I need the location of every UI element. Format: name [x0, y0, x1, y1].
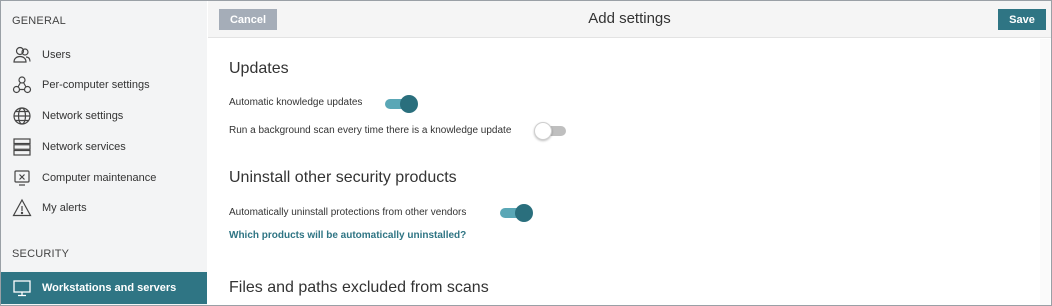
- sidebar-heading-general: GENERAL: [12, 15, 66, 27]
- uninstalled-products-link[interactable]: Which products will be automatically uni…: [229, 230, 466, 241]
- sidebar-item-my-alerts[interactable]: My alerts: [1, 193, 207, 223]
- header-bar: Cancel Add settings Save: [208, 1, 1051, 38]
- sidebar-item-label: Computer maintenance: [42, 172, 157, 184]
- background-scan-toggle[interactable]: [534, 122, 568, 140]
- settings-content: Updates Automatic knowledge updates Run …: [218, 39, 1040, 305]
- auto-knowledge-updates-label: Automatic knowledge updates: [229, 97, 363, 108]
- sidebar-item-label: Workstations and servers: [42, 282, 177, 294]
- page-title: Add settings: [588, 10, 671, 27]
- sidebar-item-label: Network settings: [42, 110, 124, 122]
- auto-uninstall-toggle[interactable]: [498, 204, 533, 222]
- sidebar-item-label: Network services: [42, 141, 126, 153]
- vertical-scrollbar[interactable]: [1040, 39, 1050, 305]
- sidebar: GENERAL Users Per-computer settings Netw…: [1, 1, 207, 305]
- sidebar-item-label: Per-computer settings: [42, 79, 150, 91]
- auto-uninstall-label: Automatically uninstall protections from…: [229, 207, 467, 218]
- sidebar-item-workstations-and-servers[interactable]: Workstations and servers: [1, 272, 207, 304]
- per-computer-settings-icon: [12, 75, 32, 95]
- section-title-exclusions: Files and paths excluded from scans: [229, 279, 489, 296]
- section-title-uninstall: Uninstall other security products: [229, 169, 457, 186]
- save-button[interactable]: Save: [998, 9, 1046, 30]
- section-title-updates: Updates: [229, 60, 289, 77]
- users-icon: [12, 45, 32, 65]
- server-icon: [12, 137, 32, 157]
- warning-icon: [12, 198, 32, 218]
- sidebar-item-users[interactable]: Users: [1, 40, 207, 70]
- globe-icon: [12, 106, 32, 126]
- sidebar-heading-security: SECURITY: [12, 248, 70, 260]
- auto-knowledge-updates-toggle[interactable]: [383, 95, 418, 113]
- sidebar-item-label: My alerts: [42, 202, 87, 214]
- sidebar-item-label: Users: [42, 49, 71, 61]
- toggle-knob: [534, 122, 552, 140]
- sidebar-item-computer-maintenance[interactable]: Computer maintenance: [1, 163, 207, 193]
- background-scan-label: Run a background scan every time there i…: [229, 125, 512, 136]
- sidebar-item-network-services[interactable]: Network services: [1, 132, 207, 162]
- computer-maintenance-icon: [12, 168, 32, 188]
- sidebar-item-per-computer-settings[interactable]: Per-computer settings: [1, 70, 207, 100]
- toggle-knob: [515, 204, 533, 222]
- sidebar-item-network-settings[interactable]: Network settings: [1, 101, 207, 131]
- monitor-icon: [12, 278, 32, 298]
- toggle-knob: [400, 95, 418, 113]
